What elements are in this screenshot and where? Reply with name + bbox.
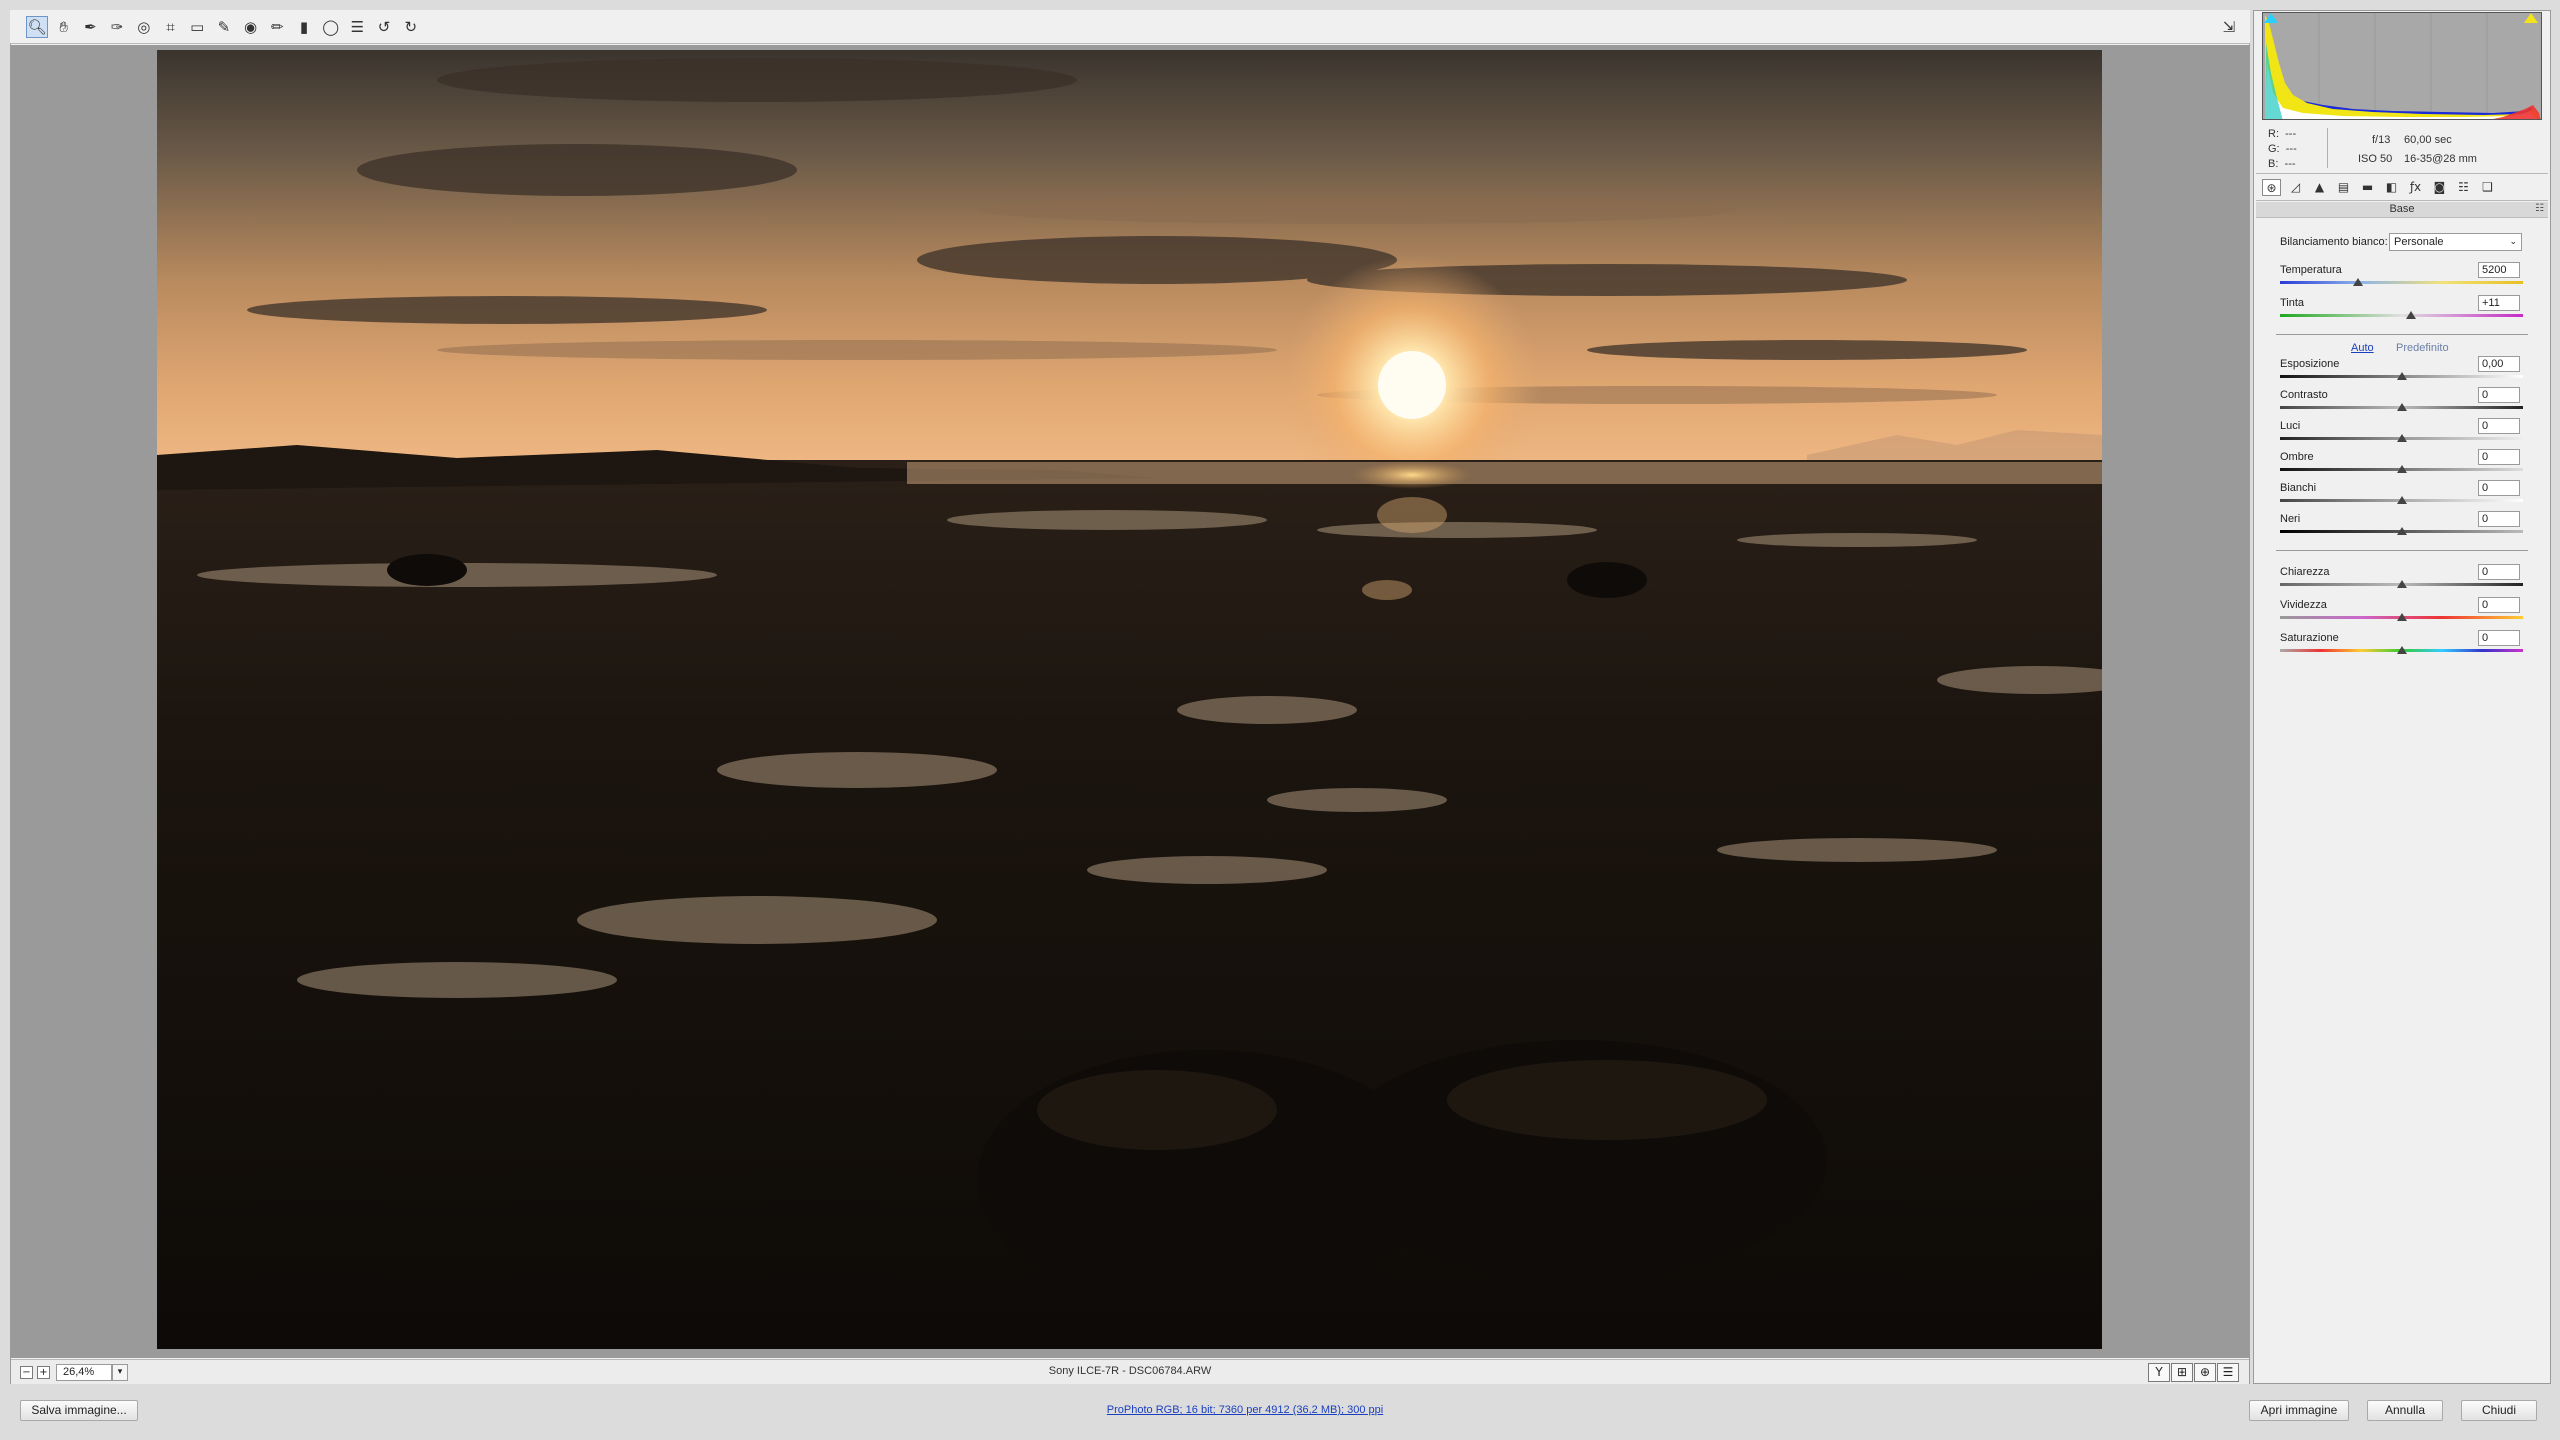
esposizione-value-field[interactable]: 0,00: [2478, 356, 2520, 372]
temperatura-slider-thumb[interactable]: [2352, 278, 2363, 286]
default-link[interactable]: Predefinito: [2396, 342, 2449, 354]
detail-tab-icon[interactable]: ▲: [2310, 179, 2329, 196]
tool-bar: 🔍︎ ✋︎ ✒ ✑ ◎ ⌗ ▭ ✎ ◉ ✏ ▮ ◯ ☰ ↺ ↻ ⇲: [10, 10, 2250, 44]
esposizione-label: Esposizione: [2280, 358, 2340, 370]
luci-slider-thumb[interactable]: [2396, 434, 2407, 442]
shutter-value: 60,00 sec: [2404, 134, 2452, 146]
rgb-readout-g: G: ---: [2268, 143, 2297, 155]
white-balance-select[interactable]: Personale ⌄: [2389, 233, 2522, 251]
cancel-button[interactable]: Annulla: [2367, 1400, 2443, 1421]
luci-label: Luci: [2280, 420, 2301, 432]
raw-image-preview[interactable]: [157, 50, 2102, 1349]
temperatura-slider-track[interactable]: [2280, 281, 2523, 284]
highlight-clipping-warning-icon[interactable]: [2524, 13, 2538, 23]
hand-tool-icon[interactable]: ✋︎: [53, 16, 75, 38]
saturazione-value-field[interactable]: 0: [2478, 630, 2520, 646]
auto-link[interactable]: Auto: [2351, 342, 2374, 354]
color-sampler-tool-icon[interactable]: ✑: [106, 16, 128, 38]
zoom-tool-icon[interactable]: 🔍︎: [26, 16, 48, 38]
chiarezza-label: Chiarezza: [2280, 566, 2330, 578]
saturazione-label: Saturazione: [2280, 632, 2339, 644]
ombre-slider-thumb[interactable]: [2396, 465, 2407, 473]
bianchi-slider-thumb[interactable]: [2396, 496, 2407, 504]
contrasto-label: Contrasto: [2280, 389, 2328, 401]
histogram: [2262, 12, 2542, 120]
tinta-label: Tinta: [2280, 297, 2305, 309]
presets-tab-icon[interactable]: ☷: [2454, 179, 2473, 196]
graduated-filter-icon[interactable]: ▮: [293, 16, 315, 38]
tinta-value-field[interactable]: +11: [2478, 295, 2520, 311]
spot-removal-tool-icon[interactable]: ✎: [213, 16, 235, 38]
preview-preferences-button[interactable]: ☰: [2217, 1363, 2239, 1382]
ombre-label: Ombre: [2280, 451, 2314, 463]
lens-value: 16-35@28 mm: [2404, 153, 2477, 165]
hsl-tab-icon[interactable]: ▤: [2334, 179, 2353, 196]
divider: [2276, 334, 2528, 335]
straighten-tool-icon[interactable]: ▭: [186, 16, 208, 38]
rotate-left-icon[interactable]: ↺: [373, 16, 395, 38]
snapshots-tab-icon[interactable]: ❑: [2478, 179, 2497, 196]
fullscreen-toggle-icon[interactable]: ⇲: [2218, 16, 2240, 38]
swap-settings-button[interactable]: ⊕: [2194, 1363, 2216, 1382]
neri-value-field[interactable]: 0: [2478, 511, 2520, 527]
aperture-value: f/13: [2372, 134, 2391, 146]
camera-calibration-tab-icon[interactable]: ◙: [2430, 179, 2449, 196]
iso-value: ISO 50: [2358, 153, 2393, 165]
white-balance-value: Personale: [2394, 236, 2444, 248]
contrasto-slider-thumb[interactable]: [2396, 403, 2407, 411]
lens-corrections-tab-icon[interactable]: ◧: [2382, 179, 2401, 196]
basic-tab-icon[interactable]: ⊛: [2262, 179, 2281, 196]
vividezza-label: Vividezza: [2280, 599, 2327, 611]
bianchi-value-field[interactable]: 0: [2478, 480, 2520, 496]
saturazione-slider-thumb[interactable]: [2396, 646, 2407, 654]
open-image-button[interactable]: Apri immagine: [2249, 1400, 2349, 1421]
white-balance-tool-icon[interactable]: ✒: [79, 16, 101, 38]
contrasto-value-field[interactable]: 0: [2478, 387, 2520, 403]
section-menu-icon[interactable]: ☷: [2535, 203, 2544, 214]
close-button[interactable]: Chiudi: [2461, 1400, 2537, 1421]
neri-slider-thumb[interactable]: [2396, 527, 2407, 535]
luci-value-field[interactable]: 0: [2478, 418, 2520, 434]
neri-label: Neri: [2280, 513, 2301, 525]
preview-status-bar: − + 26,4% ▾ Sony ILCE-7R - DSC06784.ARW …: [11, 1359, 2249, 1384]
divider: [2276, 550, 2528, 551]
section-header: Base ☷: [2256, 202, 2548, 218]
info-divider: [2327, 128, 2328, 168]
before-after-toggle-button[interactable]: Y: [2148, 1363, 2170, 1382]
before-after-split-button[interactable]: ⊞: [2171, 1363, 2193, 1382]
vividezza-value-field[interactable]: 0: [2478, 597, 2520, 613]
rotate-right-icon[interactable]: ↻: [400, 16, 422, 38]
file-name-label: Sony ILCE-7R - DSC06784.ARW: [1048, 1365, 1212, 1377]
ombre-value-field[interactable]: 0: [2478, 449, 2520, 465]
esposizione-slider-thumb[interactable]: [2396, 372, 2407, 380]
red-eye-tool-icon[interactable]: ◉: [240, 16, 262, 38]
crop-tool-icon[interactable]: ⌗: [160, 16, 182, 38]
targeted-adjustment-tool-icon[interactable]: ◎: [133, 16, 155, 38]
sunset-photo: [157, 50, 2102, 1349]
adjustment-brush-icon[interactable]: ✏: [266, 16, 288, 38]
preferences-icon[interactable]: ☰: [346, 16, 368, 38]
tinta-slider-thumb[interactable]: [2406, 311, 2417, 319]
rgb-readout-r: R: ---: [2268, 128, 2297, 140]
tinta-slider-track[interactable]: [2280, 314, 2523, 317]
temperatura-label: Temperatura: [2280, 264, 2342, 276]
vividezza-slider-thumb[interactable]: [2396, 613, 2407, 621]
workflow-options-link[interactable]: ProPhoto RGB; 16 bit; 7360 per 4912 (36,…: [0, 1404, 2490, 1416]
tone-curve-tab-icon[interactable]: ◿: [2286, 179, 2305, 196]
chiarezza-value-field[interactable]: 0: [2478, 564, 2520, 580]
effects-tab-icon[interactable]: ƒx: [2406, 179, 2425, 196]
chiarezza-slider-thumb[interactable]: [2396, 580, 2407, 588]
bianchi-label: Bianchi: [2280, 482, 2317, 494]
section-title: Base: [2389, 203, 2415, 215]
white-balance-label: Bilanciamento bianco:: [2280, 236, 2388, 248]
temperatura-value-field[interactable]: 5200: [2478, 262, 2520, 278]
panel-tab-bar: ⊛ ◿ ▲ ▤ ▬ ◧ ƒx ◙ ☷ ❑: [2256, 173, 2548, 201]
radial-filter-icon[interactable]: ◯: [320, 16, 342, 38]
chevron-down-icon: ⌄: [2509, 237, 2517, 247]
split-toning-tab-icon[interactable]: ▬: [2358, 179, 2377, 196]
rgb-readout-b: B: ---: [2268, 158, 2296, 170]
shadow-clipping-warning-icon[interactable]: [2264, 13, 2278, 23]
